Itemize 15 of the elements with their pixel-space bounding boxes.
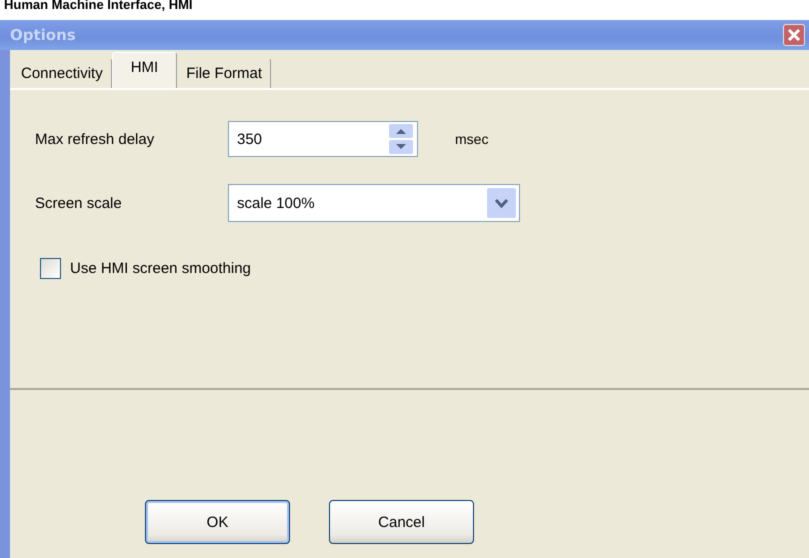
tab[interactable]: HMI	[112, 52, 178, 88]
dialog-button[interactable]: Cancel	[329, 500, 474, 544]
dialog-button[interactable]: OK	[145, 500, 290, 544]
field-label: Max refresh delay	[35, 130, 156, 148]
chevron-down-icon	[487, 188, 516, 218]
dropdown-field[interactable]: scale 100%	[228, 184, 520, 222]
spin-arrows-icon	[389, 124, 413, 154]
checkbox[interactable]	[40, 258, 61, 279]
checkbox-label: Use HMI screen smoothing	[70, 260, 251, 277]
unit-label: msec	[455, 131, 488, 147]
close-button[interactable]	[783, 24, 805, 46]
field-label: Screen scale	[35, 194, 123, 212]
window-title: Options	[10, 26, 76, 44]
close-icon	[787, 28, 801, 42]
spin-field[interactable]: 350	[228, 121, 418, 157]
